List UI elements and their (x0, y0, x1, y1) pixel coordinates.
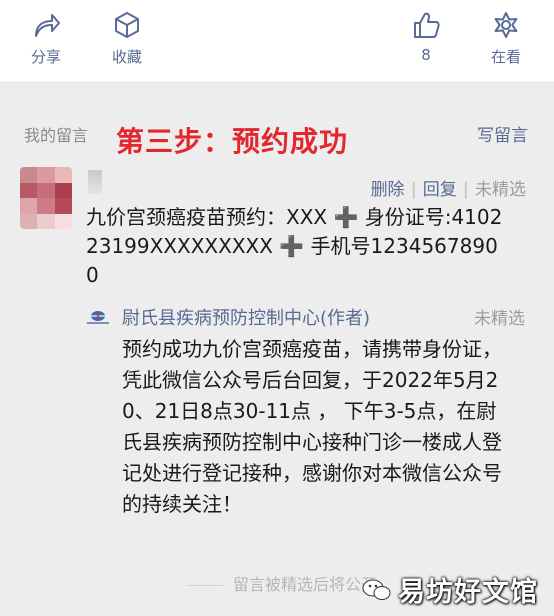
like-count: 8 (421, 46, 431, 64)
public-notice-text: 留言被精选后将公开 (232, 575, 377, 594)
org-logo-icon (87, 311, 109, 324)
my-comments-title: 我的留言 (24, 126, 89, 145)
comment-body: 九价宫颈癌疫苗预约：XXX ➕ 身份证号:410223199XXXXXXXXX … (86, 205, 503, 287)
favorite-label: 收藏 (111, 48, 142, 66)
article-action-bar: 分享 收藏 8 在看 (0, 0, 554, 83)
divider: | (410, 180, 417, 200)
avatar (20, 167, 72, 229)
share-button[interactable]: 分享 (10, 10, 82, 67)
delete-button[interactable]: 删除 (371, 180, 405, 200)
thumbs-up-icon (414, 12, 440, 38)
wechat-icon (362, 579, 391, 600)
share-icon (35, 14, 60, 37)
reply-author: 尉氏县疾病预防控制中心(作者) (122, 308, 371, 329)
reply-body: 预约成功九价宫颈癌疫苗，请携带身份证，凭此微信公众号后台回复，于2022年5月2… (122, 337, 502, 516)
divider: | (462, 180, 469, 200)
divider (186, 585, 223, 586)
watching-icon (494, 12, 518, 38)
favorite-cube-icon (115, 12, 139, 38)
blurred-nickname (88, 170, 102, 194)
write-comment-link[interactable]: 写留言 (477, 121, 528, 146)
like-button[interactable]: 8 (390, 10, 462, 64)
reply-status: 未精选 (474, 309, 525, 329)
watermark-text: 易坊好文馆 (398, 577, 538, 608)
share-label: 分享 (30, 48, 61, 66)
watermark: 易坊好文馆 (362, 568, 552, 608)
watching-button[interactable]: 在看 (470, 10, 542, 67)
comment-status: 未精选 (475, 180, 526, 200)
watching-label: 在看 (490, 48, 521, 66)
comment-actions: 删除 | 回复 | 未精选 (371, 175, 526, 200)
step-overlay-title: 第三步：预约成功 (116, 125, 349, 158)
favorite-button[interactable]: 收藏 (91, 10, 163, 67)
reply-button[interactable]: 回复 (423, 180, 457, 200)
